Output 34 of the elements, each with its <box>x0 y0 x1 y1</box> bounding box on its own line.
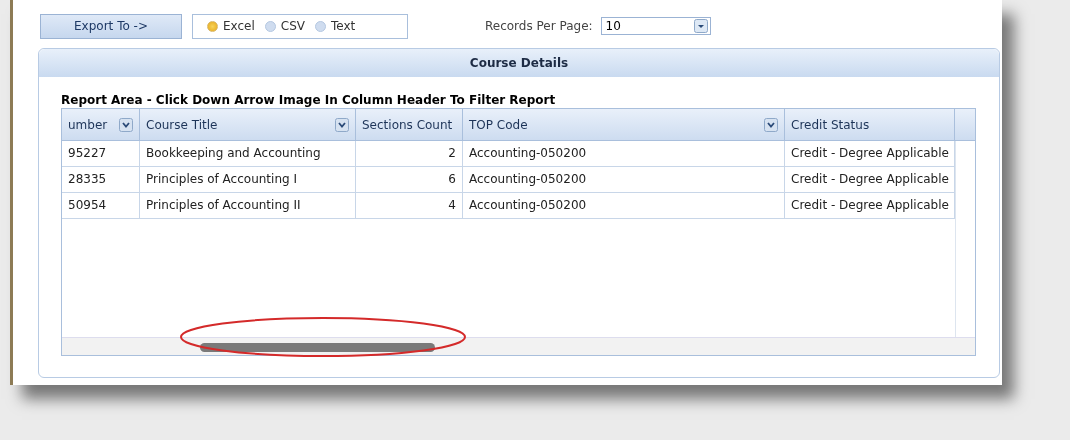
records-label: Records Per Page: <box>485 19 593 33</box>
format-radio[interactable]: CSV <box>264 19 305 33</box>
filter-icon[interactable] <box>764 117 778 132</box>
table-cell: Accounting-050200 <box>463 167 785 192</box>
format-radio[interactable]: Excel <box>207 19 255 33</box>
scrollbar-thumb[interactable] <box>200 343 435 352</box>
column-header[interactable]: Sections Count <box>356 109 463 140</box>
table-cell: 95227 <box>62 141 140 166</box>
table-cell: Credit - Degree Applicable <box>785 193 955 218</box>
table-cell: Principles of Accounting I <box>140 167 356 192</box>
column-header[interactable]: umber <box>62 109 140 140</box>
table-cell: Principles of Accounting II <box>140 193 356 218</box>
column-header[interactable]: Credit Status <box>785 109 955 140</box>
table-cell: Credit - Degree Applicable <box>785 141 955 166</box>
column-header[interactable]: Course Title <box>140 109 356 140</box>
table-cell: 6 <box>356 167 463 192</box>
dropdown-icon[interactable] <box>693 19 708 33</box>
table-cell: Accounting-050200 <box>463 141 785 166</box>
format-radio[interactable]: Text <box>315 19 356 33</box>
export-button[interactable]: Export To -> <box>40 13 182 39</box>
table-cell: 2 <box>356 141 463 166</box>
panel-title: Course Details <box>39 49 999 77</box>
table-cell: 4 <box>356 193 463 218</box>
filter-icon[interactable] <box>119 117 133 132</box>
column-header[interactable]: TOP Code <box>463 109 785 140</box>
table-cell: 50954 <box>62 193 140 218</box>
table-cell: 28335 <box>62 167 140 192</box>
filter-icon[interactable] <box>335 117 349 132</box>
horizontal-scrollbar[interactable] <box>62 337 975 355</box>
records-select[interactable]: 10 <box>600 17 711 35</box>
instructions: Report Area - Click Down Arrow Image In Column Header To Filter Report <box>61 93 557 107</box>
table-cell: Accounting-050200 <box>463 193 785 218</box>
table-cell: Credit - Degree Applicable <box>785 167 955 192</box>
table-cell: Bookkeeping and Accounting <box>140 141 356 166</box>
